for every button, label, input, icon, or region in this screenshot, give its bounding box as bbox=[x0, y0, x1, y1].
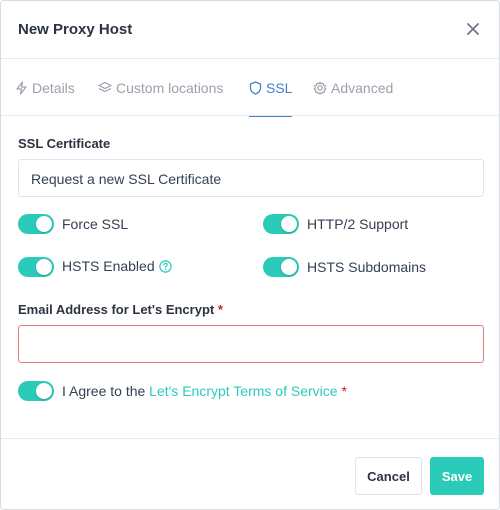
toggle-track bbox=[263, 257, 299, 277]
hsts-enabled-label: HSTS Enabled bbox=[62, 258, 172, 276]
tab-label: Custom locations bbox=[116, 79, 224, 96]
http2-support-toggle[interactable]: HTTP/2 Support bbox=[263, 214, 408, 234]
toggle-track bbox=[18, 381, 54, 401]
toggle-knob bbox=[281, 216, 297, 232]
hsts-enabled-text: HSTS Enabled bbox=[62, 258, 155, 274]
tab-label: SSL bbox=[266, 79, 293, 96]
ssl-certificate-label: SSL Certificate bbox=[18, 136, 111, 151]
tab-advanced[interactable]: Advanced bbox=[313, 59, 393, 116]
hsts-subdomains-toggle[interactable]: HSTS Subdomains bbox=[263, 257, 426, 277]
shield-icon bbox=[249, 80, 262, 95]
force-ssl-label: Force SSL bbox=[62, 216, 129, 232]
required-marker: * bbox=[217, 302, 223, 317]
email-label: Email Address for Let's Encrypt * bbox=[18, 302, 223, 317]
email-label-text: Email Address for Let's Encrypt bbox=[18, 302, 215, 317]
toggle-knob bbox=[36, 216, 52, 232]
agree-tos-label: I Agree to the Let's Encrypt Terms of Se… bbox=[62, 383, 347, 399]
tab-label: Advanced bbox=[331, 79, 394, 96]
modal-title: New Proxy Host bbox=[18, 21, 133, 38]
toggle-knob bbox=[36, 259, 52, 275]
close-icon bbox=[467, 23, 479, 35]
required-marker: * bbox=[341, 383, 347, 399]
toggle-knob bbox=[281, 259, 297, 275]
modal-header: New Proxy Host bbox=[1, 1, 499, 59]
toggle-track bbox=[18, 257, 54, 277]
http2-support-label: HTTP/2 Support bbox=[307, 216, 409, 232]
force-ssl-toggle[interactable]: Force SSL bbox=[18, 214, 128, 234]
tab-custom-locations[interactable]: Custom locations bbox=[98, 59, 223, 116]
tab-label: Details bbox=[32, 79, 75, 96]
toggle-track bbox=[18, 214, 54, 234]
email-input[interactable] bbox=[18, 325, 484, 363]
modal-footer: Cancel Save bbox=[1, 438, 499, 509]
help-icon[interactable] bbox=[158, 260, 172, 276]
tab-details[interactable]: Details bbox=[15, 59, 75, 116]
tab-bar: Details Custom locations SSL Advanced bbox=[1, 59, 499, 117]
gear-icon bbox=[313, 80, 327, 95]
toggle-track bbox=[263, 214, 299, 234]
agree-tos-toggle[interactable]: I Agree to the Let's Encrypt Terms of Se… bbox=[18, 381, 347, 401]
cancel-button[interactable]: Cancel bbox=[355, 457, 422, 495]
save-button[interactable]: Save bbox=[430, 457, 484, 495]
layers-icon bbox=[98, 81, 112, 92]
tos-link[interactable]: Let's Encrypt Terms of Service bbox=[149, 383, 337, 399]
tab-ssl[interactable]: SSL bbox=[249, 59, 293, 117]
close-button[interactable] bbox=[461, 17, 485, 41]
hsts-enabled-toggle[interactable]: HSTS Enabled bbox=[18, 257, 172, 277]
agree-prefix: I Agree to the bbox=[62, 383, 150, 399]
new-proxy-host-modal: New Proxy Host Details Custom locations bbox=[0, 0, 500, 510]
hsts-subdomains-label: HSTS Subdomains bbox=[307, 259, 427, 275]
lightning-icon bbox=[16, 80, 27, 95]
toggle-knob bbox=[36, 383, 52, 399]
ssl-certificate-select[interactable]: Request a new SSL Certificate bbox=[18, 159, 484, 197]
